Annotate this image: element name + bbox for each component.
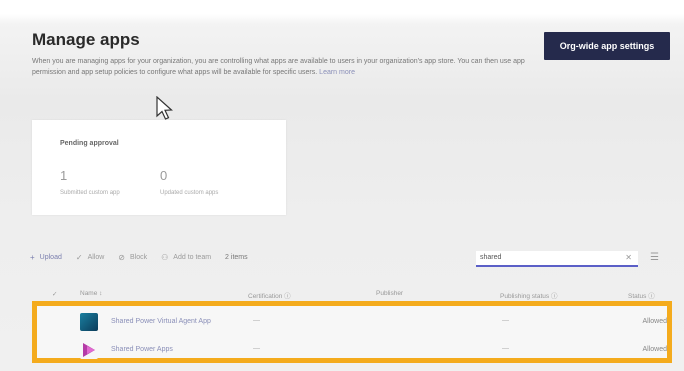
description-text: When you are managing apps for your orga… [32,58,525,76]
column-certification[interactable]: Certification ⓘ [248,290,291,300]
add-to-team-label: Add to team [173,253,212,261]
certification-value: — [253,345,260,352]
block-button[interactable]: ⊘ Block [118,253,147,262]
table-row[interactable]: Shared Power Apps — — Allowed [37,337,667,363]
power-apps-icon [80,341,98,359]
highlight-box: Shared Power Virtual Agent App — — Allow… [32,301,672,363]
page-title: Manage apps [32,30,140,49]
column-publisher[interactable]: Publisher [376,290,403,297]
page-description: When you are managing apps for your orga… [32,56,552,78]
publishing-value: — [502,345,509,352]
card-title: Pending approval [60,140,119,147]
search-input[interactable]: shared ✕ [476,251,638,267]
publishing-value: — [502,317,509,324]
app-name-link[interactable]: Shared Power Virtual Agent App [111,318,211,325]
app-name-link[interactable]: Shared Power Apps [111,346,173,353]
close-icon[interactable]: ✕ [625,253,632,262]
submitted-label: Submitted custom app [60,190,120,196]
column-publishing-status[interactable]: Publishing status ⓘ [500,290,557,300]
power-virtual-agents-icon [80,313,98,331]
check-icon: ✓ [75,252,83,262]
mouse-cursor-icon [156,96,173,120]
org-wide-app-settings-button[interactable]: Org-wide app settings [544,32,670,60]
team-icon: ⚇ [161,252,169,262]
learn-more-link[interactable]: Learn more [319,69,355,76]
updated-count[interactable]: 0 [160,168,167,183]
updated-label: Updated custom apps [160,190,219,196]
allow-label: Allow [87,253,105,261]
upload-label: Upload [39,253,62,261]
item-count: 2 items [225,253,248,261]
pending-approval-card: Pending approval 1 Submitted custom app … [32,120,286,215]
status-value: Allowed [642,318,667,325]
select-all-checkbox[interactable]: ✓ [52,290,57,298]
search-value: shared [480,254,502,261]
status-value: Allowed [642,346,667,353]
column-status[interactable]: Status ⓘ [628,290,655,300]
plus-icon: + [30,252,35,262]
table-row[interactable]: Shared Power Virtual Agent App — — Allow… [37,309,667,335]
block-label: Block [130,253,148,261]
add-to-team-button[interactable]: ⚇ Add to team [161,253,211,262]
block-icon: ⊘ [118,252,125,262]
filter-icon[interactable]: ☰ [650,252,659,263]
certification-value: — [253,317,260,324]
column-name[interactable]: Name ↕ [80,290,102,297]
submitted-count[interactable]: 1 [60,168,67,183]
upload-button[interactable]: + Upload [30,253,62,262]
allow-button[interactable]: ✓ Allow [76,253,104,262]
